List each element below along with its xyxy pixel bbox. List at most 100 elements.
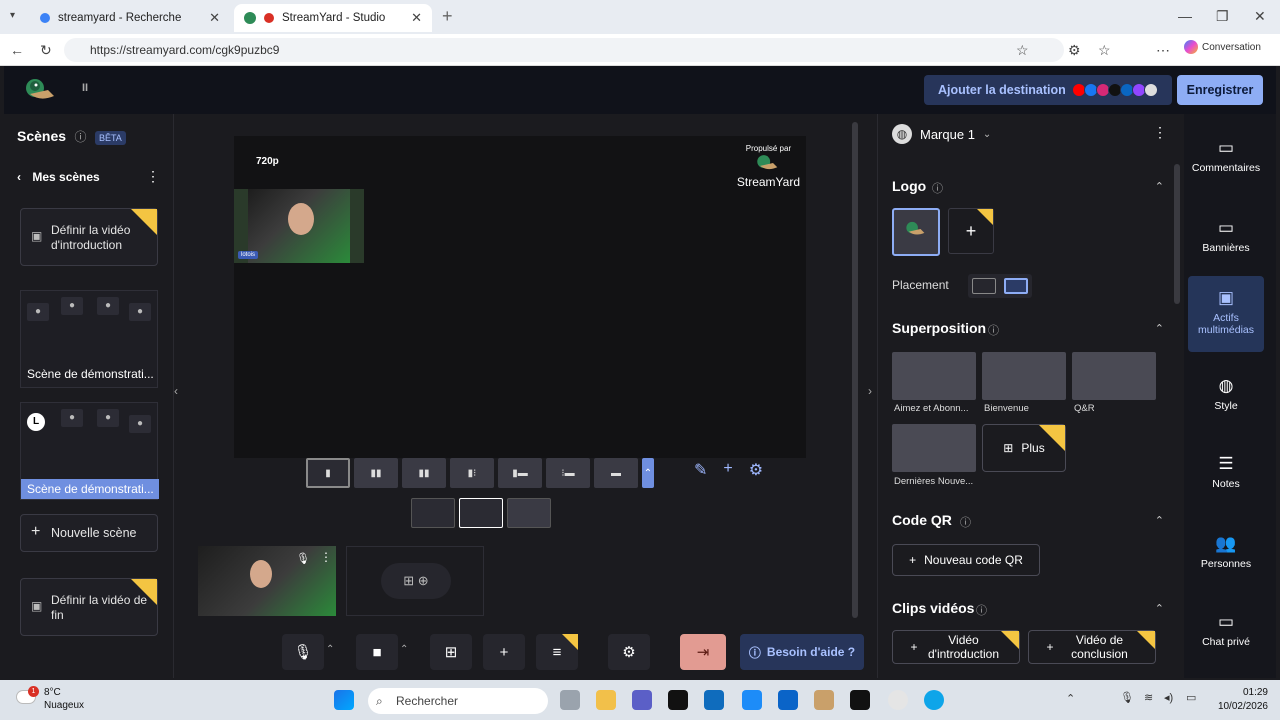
participant-preview[interactable]: 🎙 ⋮ xyxy=(198,546,336,616)
intro-video-card[interactable]: ▣ Définir la vidéo d'introduction xyxy=(20,208,158,266)
new-scene-button[interactable]: + Nouvelle scène xyxy=(20,514,158,552)
help-icon[interactable]: ⓘ xyxy=(960,514,971,530)
sidebar-item-banners[interactable]: ▭ Bannières xyxy=(1184,218,1268,254)
collapse-right-icon[interactable]: › xyxy=(868,384,872,398)
settings-icon[interactable]: ⚙ xyxy=(749,460,763,480)
scene-thumbnail[interactable]: ● ● ● ● Scène de démonstrati... xyxy=(20,290,158,388)
brand-selector[interactable]: ◍ Marque 1 ⌄ xyxy=(892,124,991,144)
tiktok-icon[interactable] xyxy=(850,690,870,710)
layout-grid-button[interactable]: ▮⁝ xyxy=(450,458,494,488)
app-icon[interactable] xyxy=(814,690,834,710)
new-tab-button[interactable]: + xyxy=(442,6,453,27)
add-logo-button[interactable]: + xyxy=(948,208,994,254)
extensions-icon[interactable]: ⚙ xyxy=(1068,42,1081,59)
favorite-star-icon[interactable]: ☆ xyxy=(1016,42,1029,59)
participant-menu-icon[interactable]: ⋮ xyxy=(320,550,332,564)
scenes-menu-icon[interactable]: ⋮ xyxy=(146,168,160,185)
battery-icon[interactable]: ▭ xyxy=(1186,691,1196,704)
layout-pip-button[interactable]: ▮▬ xyxy=(498,458,542,488)
logo-thumbnail[interactable] xyxy=(892,208,940,256)
collapse-overlay-icon[interactable]: ⌃ xyxy=(1155,322,1164,335)
sub-layout-button[interactable] xyxy=(459,498,503,528)
layout-screen-button[interactable]: ▬ xyxy=(594,458,638,488)
mute-button[interactable]: 🎙 xyxy=(282,634,324,670)
my-scenes-header[interactable]: ‹ Mes scènes xyxy=(17,170,100,184)
new-qr-button[interactable]: + Nouveau code QR xyxy=(892,544,1040,576)
camera-tile[interactable]: lotois xyxy=(234,189,364,263)
layout-solo-button[interactable]: ▮ xyxy=(306,458,350,488)
mic-tray-icon[interactable]: 🎙 xyxy=(1120,691,1134,704)
overlay-thumbnail[interactable] xyxy=(892,352,976,400)
collapse-qr-icon[interactable]: ⌃ xyxy=(1155,514,1164,527)
outlook-icon[interactable] xyxy=(778,690,798,710)
overlay-thumbnail[interactable] xyxy=(892,424,976,472)
close-window-button[interactable]: ✕ xyxy=(1254,8,1266,25)
sidebar-item-media[interactable]: ▣ Actifs multimédias xyxy=(1188,276,1264,352)
app-icon[interactable] xyxy=(668,690,688,710)
expand-layouts-button[interactable]: ⌃ xyxy=(642,458,654,488)
pause-icon[interactable]: II xyxy=(82,82,88,94)
placement-left-button[interactable] xyxy=(972,278,996,294)
overlay-thumbnail[interactable] xyxy=(982,352,1066,400)
minimize-button[interactable]: — xyxy=(1178,8,1192,24)
mic-options-icon[interactable]: ⌃ xyxy=(326,644,334,655)
scene-thumbnail-selected[interactable]: L ● ● ● Scène de démonstrati... xyxy=(20,402,159,500)
sidebar-item-notes[interactable]: ☰ Notes xyxy=(1184,454,1268,490)
collapse-logo-icon[interactable]: ⌃ xyxy=(1155,180,1164,193)
help-icon[interactable]: ⓘ xyxy=(75,130,87,144)
help-icon[interactable]: ⓘ xyxy=(988,322,999,338)
file-explorer-icon[interactable] xyxy=(596,690,616,710)
wifi-icon[interactable]: ≋ xyxy=(1144,691,1153,704)
invite-button[interactable]: + xyxy=(483,634,525,670)
taskbar-search[interactable]: ⌕ Rechercher xyxy=(368,688,548,714)
sidebar-item-private-chat[interactable]: ▭ Chat privé xyxy=(1184,612,1268,648)
share-screen-button[interactable]: ⊞ xyxy=(430,634,472,670)
volume-icon[interactable]: ◂) xyxy=(1164,691,1173,704)
sub-layout-button[interactable] xyxy=(411,498,455,528)
help-icon[interactable]: ⓘ xyxy=(976,602,987,618)
banners-button[interactable]: ≡ xyxy=(536,634,578,670)
outro-video-card[interactable]: ▣ Définir la vidéo de fin xyxy=(20,578,158,636)
settings-button[interactable]: ⚙ xyxy=(608,634,650,670)
tab-search[interactable]: streamyard - Recherche ✕ xyxy=(30,4,230,32)
edit-icon[interactable]: ✎ xyxy=(694,460,707,480)
taskbar-clock[interactable]: 01:29 10/02/2026 xyxy=(1218,686,1268,714)
sidebar-item-style[interactable]: ◍ Style xyxy=(1184,376,1268,412)
overlay-thumbnail[interactable] xyxy=(1072,352,1156,400)
layout-group-button[interactable]: ▮▮ xyxy=(354,458,398,488)
tab-studio[interactable]: StreamYard - Studio ✕ xyxy=(234,4,432,32)
clip-intro-button[interactable]: + Vidéo d'introduction xyxy=(892,630,1020,664)
brand-menu-icon[interactable]: ⋮ xyxy=(1153,124,1167,141)
more-icon[interactable]: ⋯ xyxy=(1156,42,1170,59)
reload-icon[interactable]: ↻ xyxy=(40,42,52,59)
favorites-icon[interactable]: ☆ xyxy=(1098,42,1111,59)
collapse-left-icon[interactable]: ‹ xyxy=(174,384,178,398)
teams-icon[interactable] xyxy=(632,690,652,710)
add-to-stage-slot[interactable]: ⊞ ⊕ xyxy=(346,546,484,616)
mail-icon[interactable] xyxy=(704,690,724,710)
maximize-button[interactable]: ❐ xyxy=(1216,8,1229,25)
more-overlays-button[interactable]: ⊞ Plus xyxy=(982,424,1066,472)
close-tab-icon[interactable]: ✕ xyxy=(411,10,422,26)
collapse-clips-icon[interactable]: ⌃ xyxy=(1155,602,1164,615)
dropbox-icon[interactable] xyxy=(742,690,762,710)
camera-button[interactable]: ■ xyxy=(356,634,398,670)
record-button[interactable]: Enregistrer xyxy=(1177,75,1263,105)
close-tab-icon[interactable]: ✕ xyxy=(209,10,220,26)
add-icon[interactable]: + xyxy=(723,460,732,480)
add-participant-icon[interactable]: ⊞ ⊕ xyxy=(381,563,451,599)
recording-app-icon[interactable] xyxy=(888,690,908,710)
sidebar-item-comments[interactable]: ▭ Commentaires xyxy=(1184,138,1268,174)
conversation-button[interactable]: Conversation xyxy=(1184,40,1261,54)
sub-layout-button[interactable] xyxy=(507,498,551,528)
edge-icon[interactable] xyxy=(924,690,944,710)
panel-scrollbar[interactable] xyxy=(1174,164,1180,304)
weather-widget[interactable]: 1 8°C Nuageux xyxy=(16,686,84,712)
sidebar-item-people[interactable]: 👥 Personnes xyxy=(1184,534,1268,570)
task-view-icon[interactable] xyxy=(560,690,580,710)
clip-outro-button[interactable]: + Vidéo de conclusion xyxy=(1028,630,1156,664)
stage-scrollbar[interactable] xyxy=(852,122,858,618)
help-icon[interactable]: ⓘ xyxy=(932,180,943,196)
tab-list-icon[interactable]: ▾ xyxy=(10,10,15,21)
back-icon[interactable]: ← xyxy=(10,42,24,58)
